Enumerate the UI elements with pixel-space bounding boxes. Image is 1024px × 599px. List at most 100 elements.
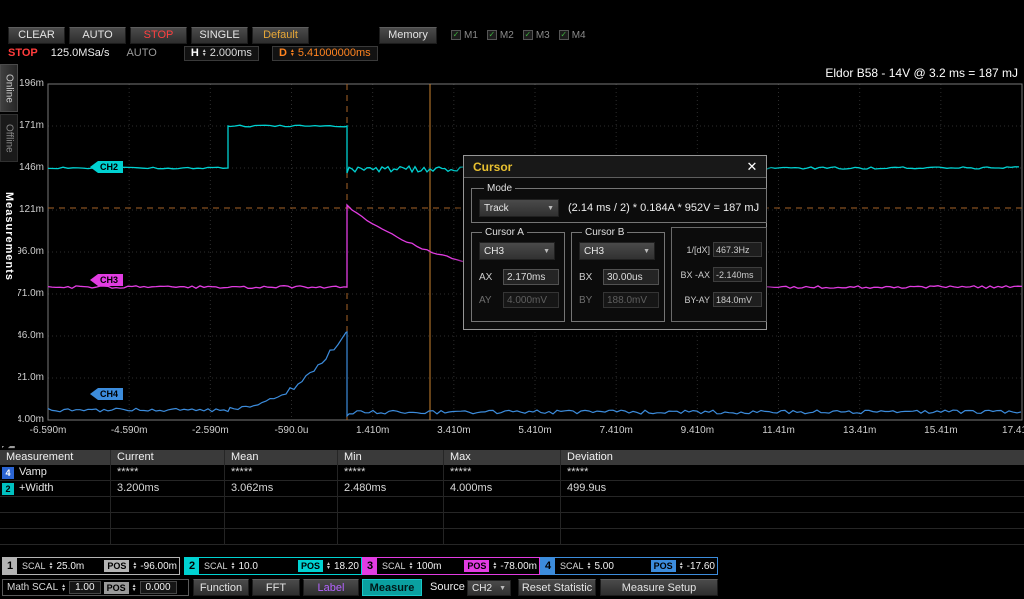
memory-button[interactable]: Memory	[379, 27, 437, 44]
cursor-a-group: Cursor A CH3 ▼ AX2.170msAY4.000mV	[471, 227, 565, 322]
measurement-value: *****	[560, 465, 1024, 481]
position-value: -17.60	[687, 561, 715, 572]
memory-slot-m3[interactable]: ✓M3	[523, 30, 550, 41]
cursor-b-bx-value[interactable]: 30.00us	[603, 269, 659, 285]
measurement-name-cell: 2 +Width	[0, 481, 110, 497]
label-button[interactable]: Label	[303, 579, 359, 596]
memory-slot-m2[interactable]: ✓M2	[487, 30, 514, 41]
mode-dropdown[interactable]: Track ▼	[479, 199, 559, 217]
x-axis-tick: -6.590m	[30, 425, 67, 436]
fft-button[interactable]: FFT	[252, 579, 300, 596]
memory-slot-label: M4	[572, 30, 586, 41]
memory-slot-m4[interactable]: ✓M4	[559, 30, 586, 41]
cursor-a-field-row: AX2.170ms	[479, 269, 559, 285]
measurement-name: Vamp	[19, 465, 47, 480]
spinner-icon[interactable]	[202, 49, 207, 57]
spinner-icon[interactable]	[679, 562, 684, 570]
measurement-value: 4.000ms	[443, 481, 560, 497]
delay-control[interactable]: D 5.41000000ms	[272, 46, 378, 61]
column-header: Mean	[224, 450, 337, 465]
spinner-icon[interactable]	[409, 562, 414, 570]
memory-slots: ✓M1✓M2✓M3✓M4	[451, 30, 586, 41]
cursor-b-by-label: BY	[579, 295, 599, 306]
measurement-value: *****	[443, 465, 560, 481]
memory-slot-label: M3	[536, 30, 550, 41]
measure-button[interactable]: Measure	[362, 579, 422, 596]
measurement-value	[110, 529, 224, 545]
spinner-icon[interactable]	[132, 562, 137, 570]
cursor-formula: (2.14 ms / 2) * 0.184A * 952V = 187 mJ	[568, 202, 759, 214]
channel-4-bar[interactable]: 4SCAL5.00POS-17.60	[540, 557, 718, 575]
channel-2-bar[interactable]: 2SCAL10.0POS18.20	[184, 557, 362, 575]
dialog-title-bar[interactable]: Cursor ✕	[464, 156, 766, 178]
result-label: BX -AX	[676, 270, 710, 280]
cursor-result-row: 1/[dX]467.3Hz	[676, 242, 762, 257]
status-bar: STOP 125.0MSa/s AUTO H 2.000ms D 5.41000…	[0, 45, 1024, 61]
single-button[interactable]: SINGLE	[191, 27, 248, 44]
x-axis-tick: 1.410m	[356, 425, 389, 436]
x-axis-tick: 3.410m	[437, 425, 470, 436]
scale-label: SCAL	[22, 561, 46, 571]
measurement-value	[560, 513, 1024, 529]
spinner-icon[interactable]	[231, 562, 236, 570]
spinner-icon[interactable]	[61, 584, 66, 592]
tab-offline[interactable]: Offline	[0, 114, 18, 162]
chevron-down-icon: ▼	[547, 205, 554, 212]
auto-button[interactable]: AUTO	[69, 27, 126, 44]
run-state: STOP	[8, 47, 38, 59]
spinner-icon[interactable]	[492, 562, 497, 570]
spinner-icon[interactable]	[587, 562, 592, 570]
measurement-name-cell	[0, 513, 110, 529]
column-header: Min	[337, 450, 443, 465]
cursor-b-source: CH3	[584, 246, 604, 257]
measurement-value	[224, 529, 337, 545]
cursor-b-title: Cursor B	[582, 227, 627, 238]
spinner-icon[interactable]	[290, 49, 295, 57]
channel-number-badge: 1	[3, 558, 17, 574]
chevron-down-icon: ▼	[543, 248, 550, 255]
channel-3-bar[interactable]: 3SCAL100mPOS-78.00m	[362, 557, 540, 575]
cursor-a-source-dropdown[interactable]: CH3 ▼	[479, 242, 555, 260]
x-axis-tick: -590.0u	[275, 425, 309, 436]
measurement-value: 499.9us	[560, 481, 1024, 497]
channel-1-bar[interactable]: 1SCAL25.0mPOS-96.00m	[2, 557, 180, 575]
x-axis-tick: 9.410m	[681, 425, 714, 436]
horizontal-scale-control[interactable]: H 2.000ms	[184, 46, 259, 61]
result-value: -2.140ms	[713, 267, 762, 282]
sidebar: Online Offline Measurements	[0, 62, 18, 446]
x-axis-tick: 15.41m	[924, 425, 957, 436]
spinner-icon[interactable]	[132, 584, 137, 592]
measurement-row	[0, 497, 1024, 513]
close-icon[interactable]: ✕	[742, 159, 762, 175]
position-label: POS	[464, 560, 489, 572]
channel-badge: 2	[2, 483, 14, 495]
cursor-b-source-dropdown[interactable]: CH3 ▼	[579, 242, 655, 260]
mode-value: Track	[484, 203, 509, 214]
result-label: 1/[dX]	[676, 245, 710, 255]
default-button[interactable]: Default	[252, 27, 309, 44]
checkbox-icon: ✓	[451, 30, 461, 40]
d-label: D	[279, 47, 287, 59]
memory-slot-m1[interactable]: ✓M1	[451, 30, 478, 41]
measurement-value: 2.480ms	[337, 481, 443, 497]
cursor-b-group: Cursor B CH3 ▼ BX30.00usBY188.0mV	[571, 227, 665, 322]
cursor-a-ax-value[interactable]: 2.170ms	[503, 269, 559, 285]
spinner-icon[interactable]	[49, 562, 54, 570]
measurement-value	[224, 513, 337, 529]
source-dropdown[interactable]: CH2 ▼	[467, 580, 511, 596]
measurement-name: +Width	[19, 481, 54, 496]
measure-setup-button[interactable]: Measure Setup	[600, 579, 718, 596]
stop-button[interactable]: STOP	[130, 27, 187, 44]
clear-button[interactable]: CLEAR	[8, 27, 65, 44]
measurement-value: *****	[337, 465, 443, 481]
spinner-icon[interactable]	[326, 562, 331, 570]
memory-slot-label: M1	[464, 30, 478, 41]
function-button[interactable]: Function	[193, 579, 249, 596]
cursor-result-row: BY-AY184.0mV	[676, 292, 762, 307]
measurement-table-header: MeasurementCurrentMeanMinMaxDeviation	[0, 450, 1024, 465]
cursor-a-title: Cursor A	[482, 227, 527, 238]
tab-online[interactable]: Online	[0, 64, 18, 112]
cursor-results-group: 1/[dX]467.3Hz BX -AX-2.140ms BY-AY184.0mV	[671, 227, 767, 322]
reset-statistic-button[interactable]: Reset Statistic	[518, 579, 596, 596]
math-channel-bar[interactable]: Math SCAL 1.00 POS 0.000	[2, 579, 189, 596]
